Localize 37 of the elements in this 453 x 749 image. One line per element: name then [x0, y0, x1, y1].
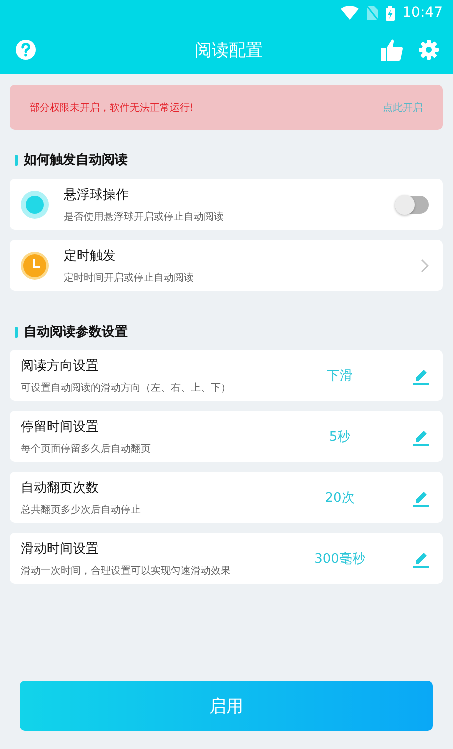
section-title: 自动阅读参数设置	[24, 324, 128, 341]
setting-description: 可设置自动阅读的滑动方向（左、右、上、下）	[21, 382, 232, 394]
clock-time: 10:47	[402, 5, 443, 21]
settings-card[interactable]: 阅读方向设置 可设置自动阅读的滑动方向（左、右、上、下） 下滑	[10, 350, 443, 401]
help-icon[interactable]	[15, 39, 37, 61]
setting-title: 停留时间设置	[21, 418, 100, 436]
setting-value: 下滑	[326, 368, 354, 384]
setting-value: 20次	[324, 490, 356, 506]
setting-value: 5秒	[328, 428, 352, 446]
setting-description: 滑动一次时间，合理设置可以实现匀速滑动效果	[21, 564, 232, 578]
setting-value: 300毫秒	[314, 550, 366, 568]
settings-card[interactable]: 自动翻页次数 总共翻页多少次后自动停止 20次	[10, 472, 443, 523]
wifi-icon	[340, 6, 359, 20]
clock-icon	[21, 252, 49, 280]
battery-icon	[386, 6, 395, 20]
settings-card[interactable]: 定时触发 定时时间开启或停止自动阅读	[10, 240, 443, 291]
no-sim-icon	[366, 6, 378, 20]
setting-title: 定时触发	[64, 248, 117, 264]
settings-card[interactable]: 停留时间设置 每个页面停留多久后自动翻页 5秒	[10, 411, 443, 462]
warning-message: 部分权限未开启，软件无法正常运行!	[30, 102, 194, 114]
settings-icon[interactable]	[419, 40, 439, 60]
setting-title: 悬浮球操作	[64, 186, 130, 204]
setting-title: 阅读方向设置	[21, 358, 100, 374]
setting-description: 是否使用悬浮球开启或停止自动阅读	[64, 210, 225, 224]
floating-ball-icon	[21, 190, 49, 218]
setting-title: 滑动时间设置	[21, 540, 100, 558]
screen-title: 阅读配置	[195, 40, 263, 62]
thumbs-up-icon[interactable]	[381, 39, 403, 61]
setting-description: 每个页面停留多久后自动翻页	[21, 442, 152, 456]
setting-description: 总共翻页多少次后自动停止	[21, 504, 142, 516]
setting-description: 定时时间开启或停止自动阅读	[64, 272, 195, 284]
settings-card[interactable]: 悬浮球操作 是否使用悬浮球开启或停止自动阅读	[10, 179, 443, 230]
chevron-right-icon	[421, 258, 429, 272]
settings-card[interactable]: 滑动时间设置 滑动一次时间，合理设置可以实现匀速滑动效果 300毫秒	[10, 533, 443, 584]
toggle-switch[interactable]	[395, 196, 429, 214]
setting-title: 自动翻页次数	[21, 480, 100, 496]
section-title: 如何触发自动阅读	[24, 152, 128, 169]
